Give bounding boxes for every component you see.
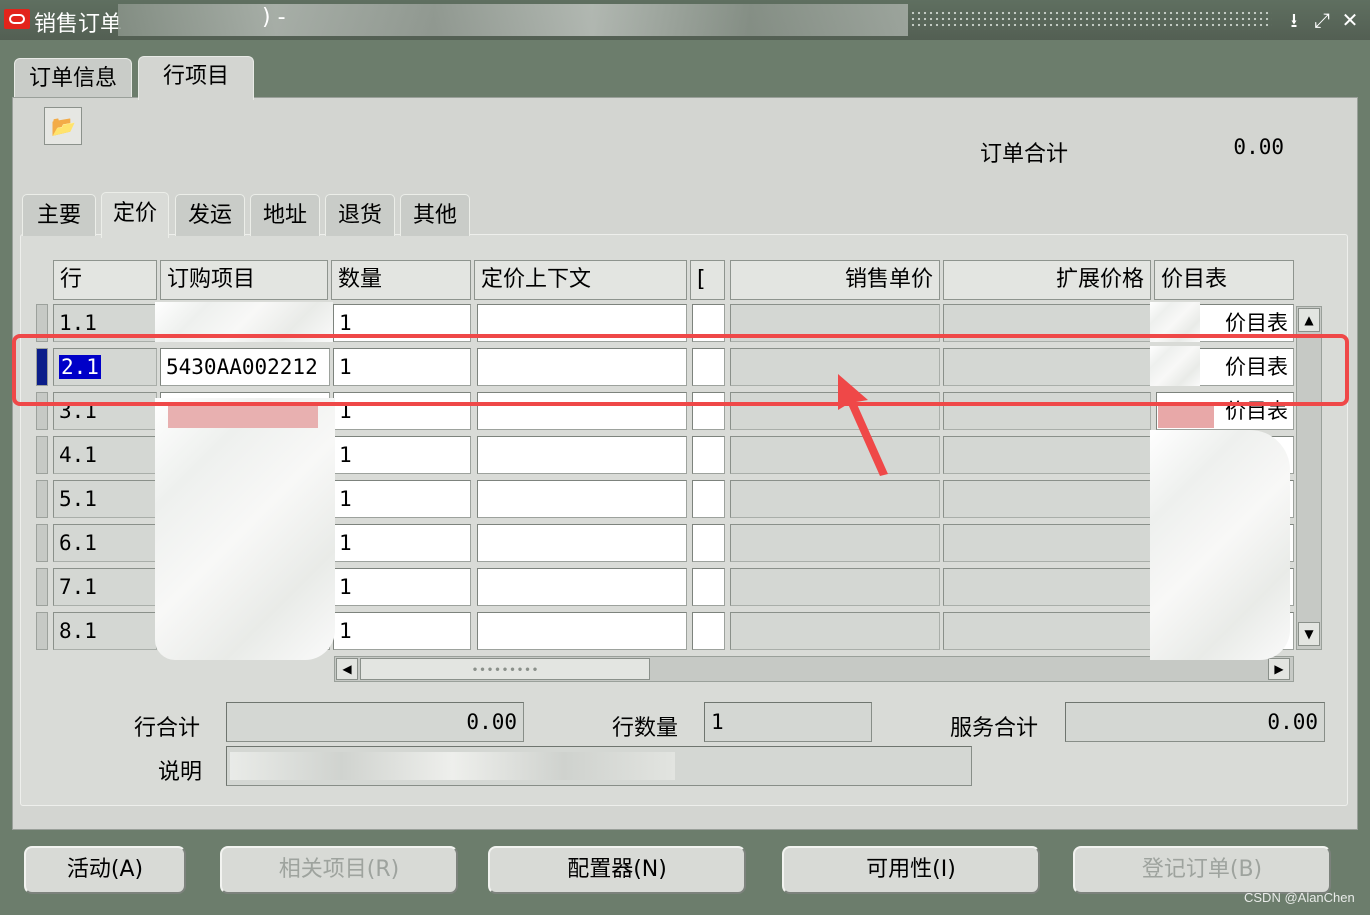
header-extended-price[interactable]: 扩展价格 (943, 260, 1151, 300)
availability-button[interactable]: 可用性(I) (782, 846, 1040, 894)
row-selector[interactable] (36, 524, 48, 562)
tab-order-info[interactable]: 订单信息 (14, 58, 132, 98)
subtab-others[interactable]: 其他 (400, 194, 470, 236)
cell-extended-price[interactable] (943, 612, 1151, 650)
redacted-block (155, 398, 335, 660)
row-selector[interactable] (36, 436, 48, 474)
subtab-pricing[interactable]: 定价 (101, 192, 169, 238)
cell-flag[interactable] (692, 612, 725, 650)
title-dots (910, 10, 1272, 30)
order-total-label: 订单合计 (980, 142, 1069, 167)
cell-pricing-context[interactable] (477, 436, 687, 474)
maximize-icon[interactable]: ⤢ (1310, 8, 1334, 32)
subtab-main[interactable]: 主要 (22, 194, 96, 236)
header-quantity[interactable]: 数量 (331, 260, 471, 300)
description-label: 说明 (158, 760, 203, 785)
cell-pricing-context[interactable] (477, 568, 687, 606)
cell-flag[interactable] (692, 568, 725, 606)
cell-quantity[interactable]: 1 (333, 524, 471, 562)
configurator-button[interactable]: 配置器(N) (488, 846, 746, 894)
oracle-logo-icon (4, 9, 30, 29)
window-title: 销售订单 (34, 12, 123, 37)
sales-order-window: 销售订单 ) - ⭳ ⤢ ✕ 订单信息 行项目 📂 订单合计 0.00 主要 定… (0, 0, 1370, 915)
cell-quantity[interactable]: 1 (333, 612, 471, 650)
redacted-block (168, 404, 318, 428)
header-ordered-item[interactable]: 订购项目 (160, 260, 328, 300)
cell-extended-price[interactable] (943, 436, 1151, 474)
scroll-left-icon[interactable]: ◀ (336, 658, 358, 680)
scroll-right-icon[interactable]: ▶ (1268, 658, 1290, 680)
header-pricing-context[interactable]: 定价上下文 (474, 260, 687, 300)
cell-line[interactable]: 7.1 (53, 568, 157, 606)
service-total-label: 服务合计 (950, 716, 1039, 741)
cell-line[interactable]: 5.1 (53, 480, 157, 518)
subtab-address[interactable]: 地址 (250, 194, 320, 236)
horizontal-scroll-thumb[interactable]: ∙∙∙∙∙∙∙∙∙ (360, 658, 650, 680)
tab-line-items[interactable]: 行项目 (138, 56, 254, 100)
cell-extended-price[interactable] (943, 480, 1151, 518)
cell-flag[interactable] (692, 436, 725, 474)
subtab-shipping[interactable]: 发运 (175, 194, 245, 236)
book-order-button[interactable]: 登记订单(B) (1073, 846, 1331, 894)
cell-unit-price[interactable] (730, 612, 940, 650)
header-flag[interactable]: [ (690, 260, 725, 300)
header-price-list[interactable]: 价目表 (1154, 260, 1294, 300)
redacted-block (1150, 430, 1290, 660)
title-bar: 销售订单 ) - ⭳ ⤢ ✕ (0, 0, 1370, 40)
title-redacted (118, 4, 908, 36)
cell-pricing-context[interactable] (477, 524, 687, 562)
header-unit-price[interactable]: 销售单价 (730, 260, 940, 300)
title-separator: ) - (262, 5, 286, 30)
close-icon[interactable]: ✕ (1338, 8, 1362, 32)
cell-unit-price[interactable] (730, 524, 940, 562)
redacted-block (1158, 404, 1214, 428)
order-total-value: 0.00 (1233, 135, 1284, 159)
redacted-block (230, 752, 675, 780)
service-total-field[interactable]: 0.00 (1065, 702, 1325, 742)
cell-extended-price[interactable] (943, 524, 1151, 562)
scroll-up-icon[interactable]: ▲ (1298, 308, 1320, 332)
open-folder-icon: 📂 (51, 114, 76, 138)
cell-pricing-context[interactable] (477, 480, 687, 518)
subtab-returns[interactable]: 退货 (325, 194, 395, 236)
cell-line[interactable]: 4.1 (53, 436, 157, 474)
line-qty-label: 行数量 (612, 716, 679, 741)
row-selector[interactable] (36, 480, 48, 518)
cell-extended-price[interactable] (943, 568, 1151, 606)
minimize-icon[interactable]: ⭳ (1282, 8, 1306, 32)
line-total-label: 行合计 (134, 716, 201, 741)
line-qty-field[interactable]: 1 (704, 702, 872, 742)
cell-quantity[interactable]: 1 (333, 480, 471, 518)
cell-line[interactable]: 6.1 (53, 524, 157, 562)
related-items-button[interactable]: 相关项目(R) (220, 846, 458, 894)
header-line[interactable]: 行 (53, 260, 157, 300)
line-total-field[interactable]: 0.00 (226, 702, 524, 742)
annotation-arrow-icon (838, 374, 888, 476)
open-folder-button[interactable]: 📂 (44, 107, 82, 145)
cell-line[interactable]: 8.1 (53, 612, 157, 650)
annotation-highlight-box (12, 334, 1349, 406)
cell-pricing-context[interactable] (477, 612, 687, 650)
cell-quantity[interactable]: 1 (333, 436, 471, 474)
cell-unit-price[interactable] (730, 568, 940, 606)
scroll-down-icon[interactable]: ▼ (1298, 622, 1320, 646)
row-selector[interactable] (36, 612, 48, 650)
cell-quantity[interactable]: 1 (333, 568, 471, 606)
cell-flag[interactable] (692, 480, 725, 518)
watermark: CSDN @AlanChen (1244, 890, 1355, 905)
activity-button[interactable]: 活动(A) (24, 846, 186, 894)
cell-unit-price[interactable] (730, 480, 940, 518)
cell-flag[interactable] (692, 524, 725, 562)
row-selector[interactable] (36, 568, 48, 606)
